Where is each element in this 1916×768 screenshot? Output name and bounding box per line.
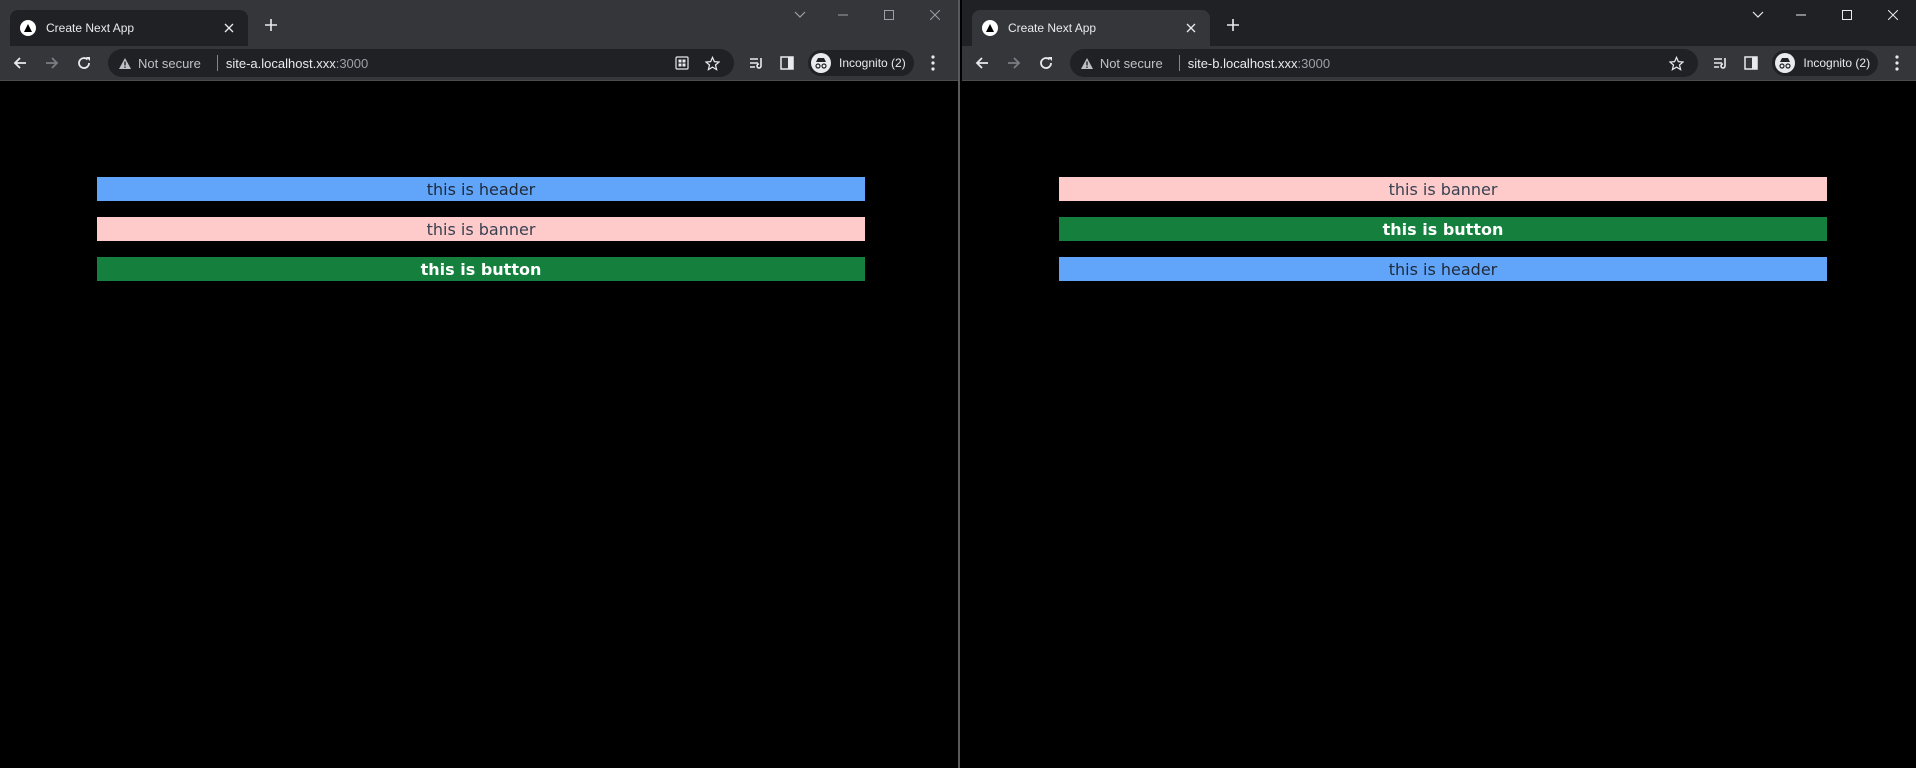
button-bar[interactable]: this is button [1059, 217, 1827, 241]
header-bar-text: this is header [1388, 259, 1498, 279]
button-bar-text: this is button [420, 259, 542, 279]
address-bar[interactable]: Not secure site-a.localhost.xxx:3000 [108, 49, 734, 77]
banner-bar: this is banner [1059, 177, 1827, 201]
banner-bar: this is banner [97, 217, 865, 241]
warning-icon[interactable]: Not secure [118, 56, 201, 71]
url-port: :3000 [335, 55, 369, 71]
reload-icon[interactable] [1032, 49, 1060, 77]
reading-list-icon[interactable] [1706, 49, 1736, 77]
not-secure-label: Not secure [138, 55, 201, 71]
chevron-down-icon[interactable] [780, 0, 820, 30]
screen: Create Next App Not secure site-a.localh… [0, 0, 1916, 768]
button-bar-text: this is button [1382, 219, 1504, 239]
nextjs-favicon-icon [982, 20, 998, 36]
maximize-icon[interactable] [1824, 0, 1870, 30]
back-icon[interactable] [968, 49, 996, 77]
incognito-icon [811, 53, 831, 73]
maximize-icon[interactable] [866, 0, 912, 30]
header-bar: this is header [97, 177, 865, 201]
side-panel-icon[interactable] [772, 49, 802, 77]
star-icon[interactable] [700, 51, 724, 75]
header-bar: this is header [1059, 257, 1827, 281]
minimize-icon[interactable] [1778, 0, 1824, 30]
not-secure-label: Not secure [1099, 55, 1163, 71]
close-icon[interactable] [1870, 0, 1916, 30]
incognito-profile-button[interactable]: Incognito (2) [808, 50, 914, 76]
forward-icon[interactable] [38, 49, 66, 77]
toolbar: Not secure site-a.localhost.xxx:3000 Inc… [0, 46, 958, 81]
plus-icon[interactable] [260, 14, 282, 36]
minimize-icon[interactable] [820, 0, 866, 30]
tab-title: Create Next App [1008, 21, 1097, 35]
plus-icon[interactable] [1222, 14, 1244, 36]
browser-window-a: Create Next App Not secure site-a.localh… [0, 0, 960, 768]
url-text[interactable]: site-a.localhost.xxx:3000 [226, 56, 664, 71]
kebab-menu-icon[interactable] [1884, 49, 1910, 77]
reading-list-icon[interactable] [742, 49, 772, 77]
url-text[interactable]: site-b.localhost.xxx:3000 [1188, 56, 1659, 71]
window-controls [780, 0, 958, 30]
banner-bar-text: this is banner [426, 219, 536, 239]
close-icon[interactable] [1182, 19, 1200, 37]
chevron-down-icon[interactable] [1738, 0, 1778, 30]
tab-active[interactable]: Create Next App [10, 10, 248, 46]
tab-active[interactable]: Create Next App [972, 10, 1210, 46]
incognito-icon [1775, 53, 1796, 73]
url-port: :3000 [1297, 55, 1331, 71]
warning-icon[interactable]: Not secure [1080, 56, 1163, 71]
toolbar: Not secure site-b.localhost.xxx:3000 Inc… [962, 46, 1916, 81]
close-icon[interactable] [912, 0, 958, 30]
divider [1178, 55, 1180, 71]
close-icon[interactable] [220, 19, 238, 37]
page-content: this is header this is banner this is bu… [0, 81, 958, 768]
forward-icon[interactable] [1000, 49, 1028, 77]
title-bar: Create Next App [962, 0, 1916, 46]
url-host: site-a.localhost.xxx [225, 55, 336, 71]
install-app-icon[interactable] [670, 51, 694, 75]
reload-icon[interactable] [70, 49, 98, 77]
incognito-profile-button[interactable]: Incognito (2) [1772, 50, 1879, 76]
incognito-label: Incognito (2) [1803, 56, 1871, 70]
address-bar[interactable]: Not secure site-b.localhost.xxx:3000 [1069, 49, 1699, 77]
browser-window-b: Create Next App Not secure site-b.localh… [962, 0, 1916, 768]
star-icon[interactable] [1664, 51, 1688, 75]
button-bar[interactable]: this is button [97, 257, 865, 281]
tab-title: Create Next App [46, 21, 135, 35]
kebab-menu-icon[interactable] [920, 49, 946, 77]
page-content: this is banner this is button this is he… [962, 81, 1916, 768]
title-bar: Create Next App [0, 0, 958, 46]
banner-bar-text: this is banner [1388, 179, 1498, 199]
url-host: site-b.localhost.xxx [1187, 55, 1298, 71]
side-panel-icon[interactable] [1736, 49, 1766, 77]
window-controls [1738, 0, 1916, 30]
divider [216, 55, 218, 71]
incognito-label: Incognito (2) [839, 56, 906, 70]
back-icon[interactable] [6, 49, 34, 77]
header-bar-text: this is header [426, 179, 536, 199]
nextjs-favicon-icon [20, 20, 36, 36]
